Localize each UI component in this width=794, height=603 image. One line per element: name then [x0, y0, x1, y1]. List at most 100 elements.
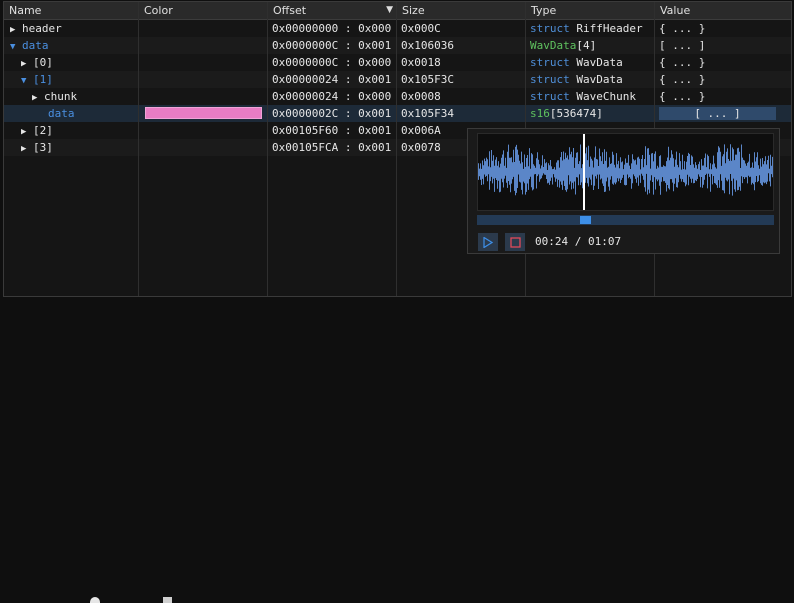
offset-cell: 0x0000000C : 0x001 [272, 39, 392, 52]
color-cell [139, 71, 268, 88]
color-cell [139, 37, 268, 54]
info-icon[interactable] [90, 597, 100, 603]
stop-icon [509, 236, 521, 248]
type-name: WavData [576, 56, 623, 69]
type-keyword: struct [530, 56, 570, 69]
entry-name: [2] [33, 124, 53, 137]
size-cell: 0x0008 [401, 90, 441, 103]
size-cell: 0x106036 [401, 39, 454, 52]
entry-name: [0] [33, 56, 53, 69]
expand-arrow-icon[interactable]: ▶ [10, 22, 22, 37]
color-cell [139, 105, 268, 122]
expand-arrow-icon[interactable]: ▶ [21, 124, 33, 139]
table-row[interactable]: ▶ [0] 0x0000000C : 0x000 0x0018 struct WavDa… [4, 54, 791, 71]
color-cell [139, 139, 268, 156]
type-cell: struct WaveChunk [526, 88, 655, 105]
collapse-arrow-icon[interactable]: ▼ [21, 73, 33, 88]
type-keyword: struct [530, 73, 570, 86]
entry-name: data [48, 107, 75, 120]
type-keyword: struct [530, 22, 570, 35]
type-cell: struct RiffHeader [526, 20, 655, 37]
stop-button[interactable] [505, 233, 525, 251]
expand-arrow-icon[interactable]: ▶ [32, 90, 44, 105]
name-cell: ▼ [1] [4, 71, 139, 88]
value-expand-button[interactable]: [ ... ] [659, 107, 776, 120]
table-header: Name Color Offset ▼ Size Type Value [4, 2, 791, 20]
name-cell: ▶ chunk [4, 88, 139, 105]
type-name: WavData [530, 39, 577, 52]
type-cell: WavData[4] [526, 37, 655, 54]
type-cell: s16[536474] [526, 105, 655, 122]
column-divider[interactable] [138, 2, 139, 296]
offset-cell: 0x00105FCA : 0x001 [272, 141, 392, 154]
type-array-size: [4] [576, 39, 597, 52]
type-cell: struct WavData [526, 54, 655, 71]
value-cell: { ... } [659, 22, 706, 35]
color-cell [139, 88, 268, 105]
sort-descending-icon: ▼ [386, 5, 393, 15]
value-cell: { ... } [659, 73, 706, 86]
offset-cell: 0x00000000 : 0x000 [272, 22, 392, 35]
offset-cell: 0x0000002C : 0x001 [272, 107, 392, 120]
play-icon [483, 236, 493, 248]
size-cell: 0x105F34 [401, 107, 454, 120]
type-array-size: [536474] [549, 107, 603, 120]
color-cell [139, 54, 268, 71]
offset-cell: 0x00105F60 : 0x001 [272, 124, 392, 137]
name-cell: ▶ [3] [4, 139, 139, 156]
size-cell: 0x000C [401, 22, 441, 35]
expand-arrow-icon[interactable]: ▶ [21, 141, 33, 156]
column-header-name[interactable]: Name [4, 2, 139, 19]
color-cell [139, 20, 268, 37]
column-header-value[interactable]: Value [655, 2, 791, 19]
entry-name: data [22, 39, 49, 52]
playback-time: 00:24 / 01:07 [535, 235, 622, 248]
table-row[interactable]: ▶ chunk 0x00000024 : 0x000 0x0008 struct Wav… [4, 88, 791, 105]
type-keyword: struct [530, 90, 570, 103]
audio-preview-popup: 00:24 / 01:07 [467, 128, 780, 254]
file-icon[interactable] [163, 597, 172, 603]
offset-cell: 0x00000024 : 0x000 [272, 90, 392, 103]
type-name: RiffHeader [576, 22, 643, 35]
column-header-color[interactable]: Color [139, 2, 268, 19]
seek-slider-thumb[interactable] [580, 216, 591, 224]
table-row[interactable]: ▼ data 0x0000000C : 0x001 0x106036 WavData[4… [4, 37, 791, 54]
column-header-type[interactable]: Type [526, 2, 655, 19]
column-header-offset[interactable]: Offset ▼ [268, 2, 397, 19]
offset-cell: 0x00000024 : 0x001 [272, 73, 392, 86]
name-cell: data [4, 105, 139, 122]
entry-name: header [22, 22, 62, 35]
name-cell: ▶ [0] [4, 54, 139, 71]
expand-arrow-icon[interactable]: ▶ [21, 56, 33, 71]
size-cell: 0x105F3C [401, 73, 454, 86]
color-swatch[interactable] [145, 107, 262, 119]
column-divider[interactable] [396, 2, 397, 296]
type-name: WavData [576, 73, 623, 86]
name-cell: ▼ data [4, 37, 139, 54]
type-name: WaveChunk [576, 90, 636, 103]
value-cell: { ... } [659, 56, 706, 69]
column-header-size[interactable]: Size [397, 2, 526, 19]
seek-slider[interactable] [477, 215, 774, 225]
entry-name: [3] [33, 141, 53, 154]
waveform-trace [478, 144, 773, 196]
waveform-view[interactable] [477, 133, 774, 211]
entry-name: chunk [44, 90, 78, 103]
name-cell: ▶ [2] [4, 122, 139, 139]
name-cell: ▶ header [4, 20, 139, 37]
waveform-graph [478, 134, 773, 210]
table-row[interactable]: data 0x0000002C : 0x001 0x105F34 s16[536474… [4, 105, 791, 122]
column-divider[interactable] [267, 2, 268, 296]
table-row[interactable]: ▶ header 0x00000000 : 0x000 0x000C struct Ri… [4, 20, 791, 37]
value-cell: [ ... ] [655, 105, 791, 122]
value-cell: { ... } [659, 90, 706, 103]
type-keyword: s16 [530, 107, 550, 120]
collapse-arrow-icon[interactable]: ▼ [10, 39, 22, 54]
table-row[interactable]: ▼ [1] 0x00000024 : 0x001 0x105F3C struct Wav… [4, 71, 791, 88]
play-button[interactable] [478, 233, 498, 251]
entry-name: [1] [33, 73, 53, 86]
offset-cell: 0x0000000C : 0x000 [272, 56, 392, 69]
color-cell [139, 122, 268, 139]
type-cell: struct WavData [526, 71, 655, 88]
size-cell: 0x0018 [401, 56, 441, 69]
